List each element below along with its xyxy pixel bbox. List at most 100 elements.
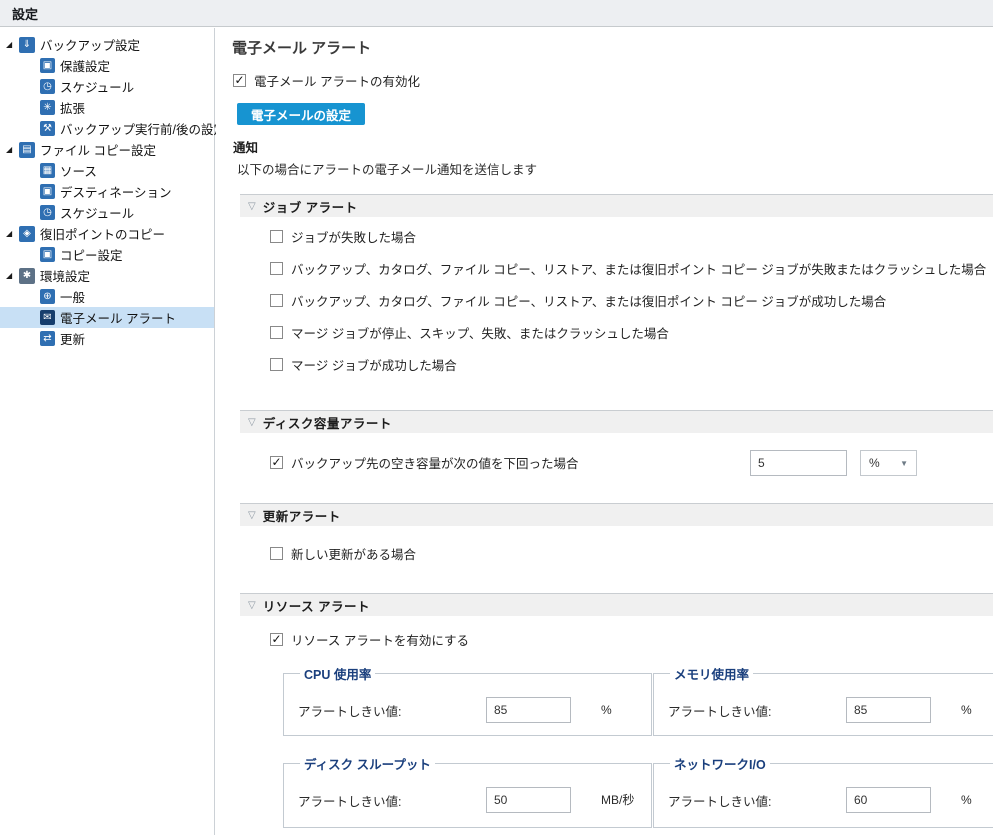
job-alerts-section-header[interactable]: ▽ ジョブ アラート	[240, 194, 993, 217]
disk-capacity-unit-dropdown[interactable]: % ▼	[860, 450, 917, 476]
schedule-icon: ◷	[40, 79, 55, 94]
globe-icon: ⊕	[40, 289, 55, 304]
tree-item-label: 電子メール アラート	[60, 308, 176, 327]
tree-item-file-copy-settings[interactable]: ◢ ▤ ファイル コピー設定	[0, 139, 214, 160]
file-copy-settings-icon: ▤	[19, 142, 35, 158]
disk-capacity-unit-value: %	[869, 456, 880, 470]
tree-item-label: 拡張	[60, 98, 85, 117]
checkmark-icon: ✓	[234, 74, 244, 86]
schedule-icon: ◷	[40, 205, 55, 220]
backup-settings-icon: ⇓	[19, 37, 35, 53]
expander-icon[interactable]: ◢	[6, 229, 19, 238]
network-threshold-input[interactable]	[846, 787, 931, 813]
job-crash-checkbox[interactable]: ✓	[270, 262, 283, 275]
disk-capacity-label: バックアップ先の空き容量が次の値を下回った場合	[291, 453, 579, 472]
settings-tree: ◢ ⇓ バックアップ設定 ▣ 保護設定 ◷ スケジュール ✳ 拡張 ⚒ バックア…	[0, 28, 214, 349]
network-threshold-unit: %	[961, 793, 993, 807]
disk-capacity-section-title: ディスク容量アラート	[263, 413, 392, 432]
merge-success-checkbox[interactable]: ✓	[270, 358, 283, 371]
disk-throughput-group: ディスク スループット アラートしきい値: MB/秒	[283, 754, 652, 828]
job-alert-label: マージ ジョブが成功した場合	[291, 355, 457, 374]
dropdown-arrow-icon: ▼	[900, 459, 908, 468]
cpu-threshold-input[interactable]	[486, 697, 571, 723]
tree-item-recovery-point-copy[interactable]: ◢ ◈ 復旧ポイントのコピー	[0, 223, 214, 244]
email-settings-button[interactable]: 電子メールの設定	[237, 103, 365, 125]
wrench-icon: ⚒	[40, 121, 55, 136]
tree-item-protection-settings[interactable]: ▣ 保護設定	[0, 55, 214, 76]
tree-item-email-alerts[interactable]: ✉ 電子メール アラート	[0, 307, 214, 328]
enable-email-alerts-label: 電子メール アラートの有効化	[254, 71, 420, 90]
job-alert-label: バックアップ、カタログ、ファイル コピー、リストア、または復旧ポイント コピー …	[291, 291, 886, 310]
memory-usage-group: メモリ使用率 アラートしきい値: %	[653, 664, 993, 736]
tree-item-label: バックアップ実行前/後の設定	[60, 119, 226, 138]
tree-item-source[interactable]: ▦ ソース	[0, 160, 214, 181]
tree-item-backup-settings[interactable]: ◢ ⇓ バックアップ設定	[0, 34, 214, 55]
notification-heading: 通知	[233, 137, 258, 156]
disk-threshold-input[interactable]	[486, 787, 571, 813]
tree-item-destination[interactable]: ▣ デスティネーション	[0, 181, 214, 202]
job-alerts-section-title: ジョブ アラート	[263, 197, 358, 216]
tree-item-label: 一般	[60, 287, 85, 306]
disk-threshold-label: アラートしきい値:	[298, 791, 486, 810]
source-network-icon: ▦	[40, 163, 55, 178]
job-alert-row: ✓ バックアップ、カタログ、ファイル コピー、リストア、または復旧ポイント コピ…	[270, 259, 986, 278]
disk-capacity-checkbox[interactable]: ✓	[270, 456, 283, 469]
enable-email-alerts-row: ✓ 電子メール アラートの有効化	[233, 71, 420, 90]
tree-item-preferences[interactable]: ◢ ✱ 環境設定	[0, 265, 214, 286]
recovery-point-copy-icon: ◈	[19, 226, 35, 242]
job-alert-row: ✓ バックアップ、カタログ、ファイル コピー、リストア、または復旧ポイント コピ…	[270, 291, 886, 310]
resource-alerts-enable-row: ✓ リソース アラートを有効にする	[270, 630, 469, 649]
job-alert-row: ✓ マージ ジョブが停止、スキップ、失敗、またはクラッシュした場合	[270, 323, 669, 342]
tree-item-label: 保護設定	[60, 56, 110, 75]
disk-capacity-threshold-input[interactable]	[750, 450, 847, 476]
tree-item-updates[interactable]: ⇄ 更新	[0, 328, 214, 349]
enable-email-alerts-checkbox[interactable]: ✓	[233, 74, 246, 87]
tree-item-label: 復旧ポイントのコピー	[40, 224, 165, 243]
expander-icon[interactable]: ◢	[6, 271, 19, 280]
tree-item-schedule[interactable]: ◷ スケジュール	[0, 76, 214, 97]
update-arrows-icon: ⇄	[40, 331, 55, 346]
cpu-usage-group-title: CPU 使用率	[300, 664, 375, 683]
cpu-usage-group: CPU 使用率 アラートしきい値: %	[283, 664, 652, 736]
memory-threshold-label: アラートしきい値:	[668, 701, 846, 720]
tree-item-label: デスティネーション	[60, 182, 172, 201]
job-success-checkbox[interactable]: ✓	[270, 294, 283, 307]
job-failed-checkbox[interactable]: ✓	[270, 230, 283, 243]
tree-item-label: 環境設定	[40, 266, 90, 285]
resource-alerts-enable-checkbox[interactable]: ✓	[270, 633, 283, 646]
window-title: 設定	[12, 4, 38, 23]
protection-settings-icon: ▣	[40, 58, 55, 73]
resource-alerts-section-header[interactable]: ▽ リソース アラート	[240, 593, 993, 616]
tree-item-label: スケジュール	[60, 203, 134, 222]
collapse-triangle-icon[interactable]: ▽	[248, 510, 256, 521]
update-alert-label: 新しい更新がある場合	[291, 544, 416, 563]
tree-item-pre-post-backup[interactable]: ⚒ バックアップ実行前/後の設定	[0, 118, 214, 139]
collapse-triangle-icon[interactable]: ▽	[248, 201, 256, 212]
envelope-icon: ✉	[40, 310, 55, 325]
tree-item-label: ファイル コピー設定	[40, 140, 156, 159]
cpu-threshold-unit: %	[601, 703, 637, 717]
merge-stop-checkbox[interactable]: ✓	[270, 326, 283, 339]
copy-settings-icon: ▣	[40, 247, 55, 262]
resource-alerts-section-title: リソース アラート	[263, 596, 370, 615]
new-update-checkbox[interactable]: ✓	[270, 547, 283, 560]
expander-icon[interactable]: ◢	[6, 40, 19, 49]
tree-item-general[interactable]: ⊕ 一般	[0, 286, 214, 307]
memory-threshold-unit: %	[961, 703, 993, 717]
resource-alerts-enable-label: リソース アラートを有効にする	[291, 630, 469, 649]
expander-icon[interactable]: ◢	[6, 145, 19, 154]
tree-item-copy-settings[interactable]: ▣ コピー設定	[0, 244, 214, 265]
tree-item-filecopy-schedule[interactable]: ◷ スケジュール	[0, 202, 214, 223]
memory-usage-group-title: メモリ使用率	[670, 664, 753, 683]
network-io-group-title: ネットワークI/O	[670, 754, 770, 773]
collapse-triangle-icon[interactable]: ▽	[248, 417, 256, 428]
memory-threshold-input[interactable]	[846, 697, 931, 723]
tree-item-label: ソース	[60, 161, 97, 180]
disk-capacity-section-header[interactable]: ▽ ディスク容量アラート	[240, 410, 993, 433]
collapse-triangle-icon[interactable]: ▽	[248, 600, 256, 611]
tree-item-advanced[interactable]: ✳ 拡張	[0, 97, 214, 118]
tree-item-label: 更新	[60, 329, 85, 348]
update-alerts-section-header[interactable]: ▽ 更新アラート	[240, 503, 993, 526]
cpu-threshold-label: アラートしきい値:	[298, 701, 486, 720]
disk-threshold-unit: MB/秒	[601, 793, 637, 807]
